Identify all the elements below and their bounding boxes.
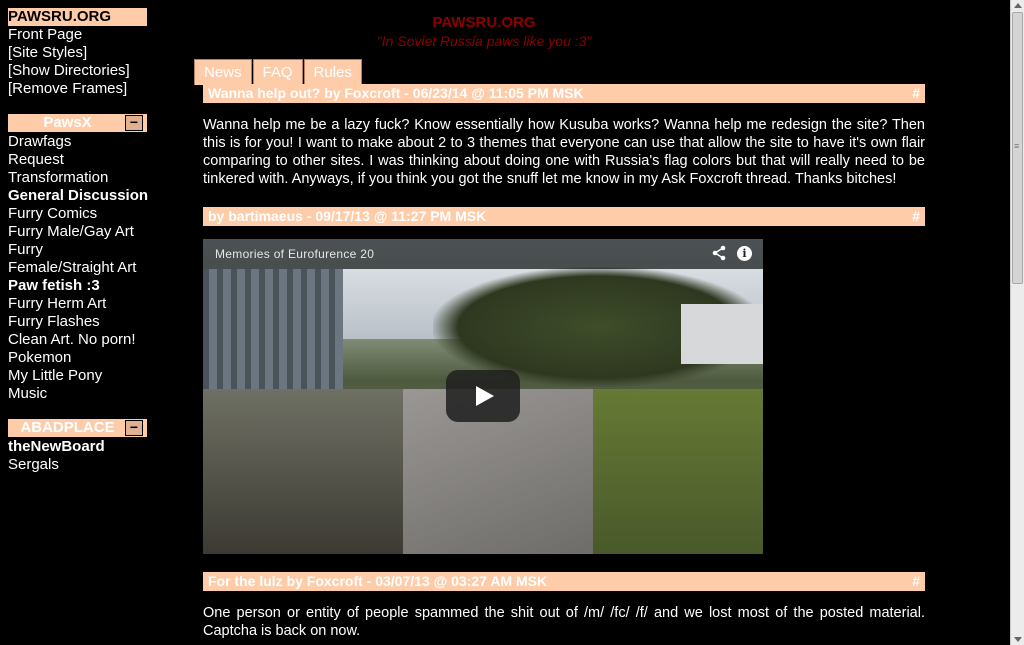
remove-frames-link[interactable]: [Remove Frames] bbox=[8, 80, 130, 98]
sidebar-site-header[interactable]: PAWSRU.ORG bbox=[8, 8, 147, 26]
post-permalink[interactable]: # bbox=[912, 207, 920, 226]
board-link[interactable]: My Little Pony bbox=[8, 367, 148, 385]
post-body: Wanna help me be a lazy fuck? Know essen… bbox=[203, 117, 925, 187]
tab-news[interactable]: News bbox=[194, 59, 252, 85]
board-link[interactable]: Request bbox=[8, 151, 148, 169]
scroll-up-icon[interactable] bbox=[1014, 3, 1022, 8]
info-icon[interactable]: i bbox=[737, 246, 752, 261]
post-title: For the lulz by Foxcroft - 03/07/13 @ 03… bbox=[208, 573, 548, 589]
post-header: For the lulz by Foxcroft - 03/07/13 @ 03… bbox=[203, 572, 925, 591]
board-link[interactable]: Drawfags bbox=[8, 133, 148, 151]
site-styles-link[interactable]: [Site Styles] bbox=[8, 44, 130, 62]
play-button-icon[interactable] bbox=[446, 370, 520, 422]
tab-faq[interactable]: FAQ bbox=[252, 59, 303, 84]
site-links: Front Page [Site Styles] [Show Directori… bbox=[8, 26, 130, 98]
video-title[interactable]: Memories of Eurofurence 20 bbox=[215, 247, 374, 261]
video-thumbnail-building bbox=[203, 269, 343, 389]
board-link[interactable]: Furry bbox=[8, 241, 148, 259]
board-link[interactable]: General Discussion bbox=[8, 187, 148, 205]
site-slogan: "In Soviet Russia paws like you :3" bbox=[376, 33, 592, 49]
board-list-pawsx: Drawfags Request Transformation General … bbox=[8, 133, 148, 403]
board-link[interactable]: Furry Herm Art bbox=[8, 295, 148, 313]
board-link[interactable]: Furry Flashes bbox=[8, 313, 148, 331]
post-header: Wanna help out? by Foxcroft - 06/23/14 @… bbox=[203, 84, 925, 103]
front-page-link[interactable]: Front Page bbox=[8, 26, 130, 44]
section-title: PawsX bbox=[43, 114, 92, 131]
embedded-video[interactable]: Memories of Eurofurence 20 i bbox=[203, 239, 763, 554]
post-title: Wanna help out? by Foxcroft - 06/23/14 @… bbox=[208, 85, 584, 101]
board-list-abadplace: theNewBoard Sergals bbox=[8, 438, 105, 474]
video-thumbnail-water bbox=[203, 389, 423, 554]
section-title: ABADPLACE bbox=[20, 419, 115, 436]
post-header: by bartimaeus - 09/17/13 @ 11:27 PM MSK … bbox=[203, 207, 925, 226]
board-link[interactable]: theNewBoard bbox=[8, 438, 105, 456]
collapse-icon[interactable]: − bbox=[125, 420, 143, 436]
board-link[interactable]: Transformation bbox=[8, 169, 148, 187]
board-link[interactable]: Paw fetish :3 bbox=[8, 277, 148, 295]
tab-rules[interactable]: Rules bbox=[303, 59, 362, 84]
board-link[interactable]: Music bbox=[8, 385, 148, 403]
section-header-pawsx: PawsX − bbox=[8, 114, 147, 132]
share-icon[interactable] bbox=[711, 245, 727, 261]
board-link[interactable]: Furry Comics bbox=[8, 205, 148, 223]
section-header-abadplace: ABADPLACE − bbox=[8, 419, 147, 437]
board-link[interactable]: Furry Male/Gay Art bbox=[8, 223, 148, 241]
scroll-down-icon[interactable] bbox=[1014, 637, 1022, 642]
board-link[interactable]: Female/Straight Art bbox=[8, 259, 148, 277]
board-link[interactable]: Pokemon bbox=[8, 349, 148, 367]
scrollbar-thumb[interactable] bbox=[1012, 12, 1023, 284]
vertical-scrollbar[interactable] bbox=[1010, 0, 1024, 645]
video-thumbnail-grass bbox=[593, 389, 763, 554]
post-body: One person or entity of people spammed t… bbox=[203, 605, 925, 639]
post-title: by bartimaeus - 09/17/13 @ 11:27 PM MSK bbox=[208, 208, 487, 224]
main-content: PAWSRU.ORG "In Soviet Russia paws like y… bbox=[194, 0, 934, 645]
post-permalink[interactable]: # bbox=[912, 572, 920, 591]
site-title: PAWSRU.ORG bbox=[432, 14, 536, 31]
sidebar: PAWSRU.ORG Front Page [Site Styles] [Sho… bbox=[0, 0, 180, 645]
board-link[interactable]: Sergals bbox=[8, 456, 105, 474]
show-directories-link[interactable]: [Show Directories] bbox=[8, 62, 130, 80]
video-thumbnail-truck bbox=[681, 304, 763, 364]
tab-bar: News FAQ Rules bbox=[194, 59, 363, 85]
collapse-icon[interactable]: − bbox=[125, 115, 143, 131]
post-permalink[interactable]: # bbox=[912, 84, 920, 103]
board-link[interactable]: Clean Art. No porn! bbox=[8, 331, 148, 349]
